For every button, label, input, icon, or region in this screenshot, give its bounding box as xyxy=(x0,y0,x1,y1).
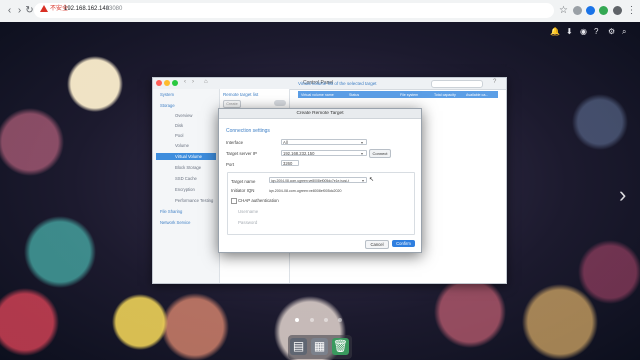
menu-icon[interactable]: ⋮ xyxy=(626,5,637,16)
forward-icon[interactable]: › xyxy=(192,79,194,85)
password-label: Password xyxy=(238,220,258,225)
port-label: Port xyxy=(226,162,235,167)
notification-icon[interactable]: 🔔 xyxy=(550,28,560,36)
task-manager-icon[interactable]: ▤ xyxy=(290,338,307,355)
sidebar-item-performance-testing[interactable]: Performance Testing xyxy=(156,197,216,204)
chap-label: CHAP authentication xyxy=(238,198,279,203)
connect-button[interactable]: Connect xyxy=(369,149,391,158)
confirm-button[interactable]: Confirm xyxy=(392,240,415,247)
warning-icon xyxy=(40,5,48,12)
dialog-titlebar[interactable]: Create Remote Target xyxy=(219,109,421,119)
username-label: Username xyxy=(238,209,259,214)
mouse-cursor: ↖ xyxy=(369,177,375,183)
target-name-label: Target name xyxy=(231,179,256,184)
extension-icon[interactable] xyxy=(573,6,582,15)
profile-icon[interactable] xyxy=(613,6,622,15)
search-input[interactable] xyxy=(431,80,483,88)
page-dot[interactable] xyxy=(310,318,314,322)
port-value: 3260 xyxy=(283,161,293,166)
download-icon[interactable]: ⬇ xyxy=(566,28,573,36)
create-remote-target-dialog: Create Remote Target Connection settings… xyxy=(218,108,422,253)
sidebar-item-virtual-volume[interactable]: Virtual Volume xyxy=(156,153,216,160)
close-icon[interactable] xyxy=(156,80,162,86)
url-host[interactable]: 192.168.162.140 xyxy=(64,5,109,13)
user-icon[interactable]: ◉ xyxy=(580,28,587,36)
initiator-label: Initiator IQN xyxy=(231,188,255,193)
extension-icon[interactable] xyxy=(599,6,608,15)
target-ip-value: 192.168.232.150 xyxy=(283,151,315,156)
target-ip-label: Target server IP xyxy=(226,151,257,156)
initiator-value: iqn.2004-08.com.ugreen:ve8008ef005dc2020 xyxy=(269,188,342,193)
sidebar-item-ssd-cache[interactable]: SSD Cache xyxy=(156,175,216,182)
sidebar-item-network-service[interactable]: Network Service xyxy=(156,219,216,226)
recycle-bin-icon[interactable]: 🗑 xyxy=(332,338,349,355)
sidebar-item-volume[interactable]: Volume xyxy=(156,142,216,149)
chevron-down-icon: ▾ xyxy=(361,151,364,156)
sidebar-item-encryption[interactable]: Encryption xyxy=(156,186,216,193)
column-header[interactable]: Available ca... xyxy=(466,93,488,97)
remote-target-title: Remote target list xyxy=(223,92,259,97)
browser-toolbar: ‹ › ↻ 不安全 192.168.162.140 :13080 ☆ ⋮ xyxy=(0,0,640,23)
interface-select[interactable] xyxy=(281,139,367,145)
column-header[interactable]: Total capacity xyxy=(434,93,456,97)
home-icon[interactable]: ⌂ xyxy=(204,79,208,85)
chap-checkbox[interactable] xyxy=(231,198,237,204)
sidebar-item-storage[interactable]: Storage xyxy=(156,102,216,109)
bookmark-icon[interactable]: ☆ xyxy=(558,5,569,16)
search-icon[interactable]: ⌕ xyxy=(622,28,626,36)
toggle-switch[interactable] xyxy=(274,100,286,106)
sidebar-item-file-sharing[interactable]: File Sharing xyxy=(156,208,216,215)
dialog-title: Create Remote Target xyxy=(296,110,344,116)
page-dot[interactable] xyxy=(324,318,328,322)
interface-label: Interface xyxy=(226,140,244,145)
sidebar-item-block-storage[interactable]: Block Storage xyxy=(156,164,216,171)
sidebar-item-system[interactable]: System xyxy=(156,91,216,98)
create-button[interactable]: Create xyxy=(223,100,241,108)
settings-icon[interactable]: ⚙ xyxy=(608,28,615,36)
sidebar-item-overview[interactable]: Overview xyxy=(156,112,216,119)
next-page-icon[interactable]: › xyxy=(619,182,626,208)
extension-icon[interactable] xyxy=(586,6,595,15)
column-header[interactable]: Virtual volume name xyxy=(301,93,334,97)
back-icon[interactable]: ‹ xyxy=(184,79,186,85)
maximize-icon[interactable] xyxy=(172,80,178,86)
help-icon[interactable]: ? xyxy=(493,79,496,85)
virtual-volume-title: Virtual volume list of the selected targ… xyxy=(298,81,377,86)
page-dot[interactable] xyxy=(338,318,342,322)
chevron-down-icon: ▾ xyxy=(362,178,365,183)
minimize-icon[interactable] xyxy=(164,80,170,86)
url-port[interactable]: :13080 xyxy=(104,5,122,13)
column-header[interactable]: File system xyxy=(400,93,418,97)
app-grid-icon[interactable]: ▦ xyxy=(311,338,328,355)
sidebar: System Storage Overview Disk Pool Volume… xyxy=(153,89,220,283)
help-icon[interactable]: ? xyxy=(594,28,598,36)
section-title: Connection settings xyxy=(226,128,270,134)
interface-value: All xyxy=(283,140,288,145)
page-dot[interactable] xyxy=(295,318,299,322)
target-name-value: iqn.2004-08.com.ugreen:ve8008ef005dc7e1e… xyxy=(271,178,350,183)
sidebar-item-disk[interactable]: Disk xyxy=(156,122,216,129)
sidebar-item-pool[interactable]: Pool xyxy=(156,132,216,139)
chevron-down-icon: ▾ xyxy=(361,140,364,145)
cancel-button[interactable]: Cancel xyxy=(365,240,389,249)
column-header[interactable]: Status xyxy=(349,93,359,97)
